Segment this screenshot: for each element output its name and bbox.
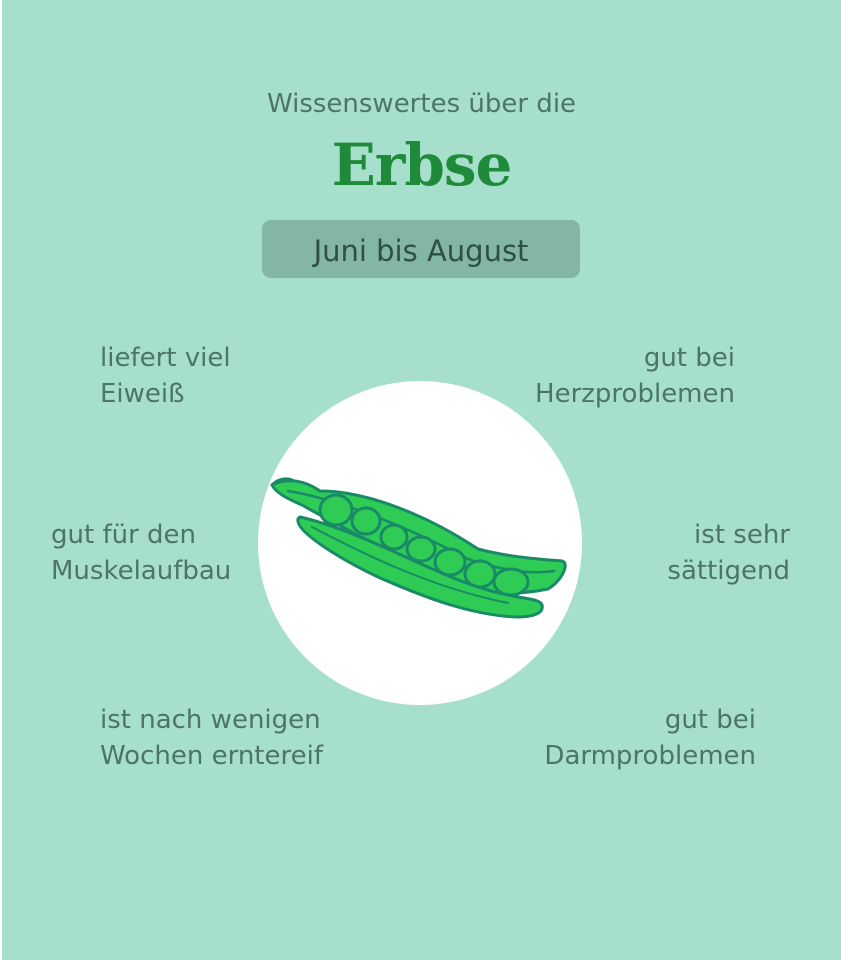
fact-line: sättigend [667,556,790,586]
fact-line: Eiweiß [100,379,185,409]
fact-line: ist nach wenigen [100,705,321,735]
page-title: Erbse [331,131,513,199]
fact-protein: liefert viel Eiweiß [100,340,231,412]
fact-line: gut bei [664,705,756,735]
fact-line: Wochen erntereif [100,741,323,771]
fact-line: gut bei [643,343,735,373]
intro-text: Wissenswertes über die [266,89,577,119]
fact-line: ist sehr [694,520,790,550]
fact-line: gut für den [51,520,197,550]
fact-line: liefert viel [100,343,231,373]
season-badge: Juni bis August [262,220,580,278]
pea [405,535,437,563]
pea [318,493,354,527]
fact-digestion: gut bei Darmproblemen [544,702,756,774]
fact-satiating: ist sehr sättigend [667,517,790,589]
fact-harvest: ist nach wenigen Wochen erntereif [100,702,323,774]
fact-muscle: gut für den Muskelaufbau [51,517,231,589]
fact-line: Muskelaufbau [51,556,232,586]
fact-line: Darmproblemen [544,741,756,771]
pea [379,523,409,551]
pea [492,567,530,597]
pea-pod-icon [270,477,567,619]
pea [350,506,382,536]
